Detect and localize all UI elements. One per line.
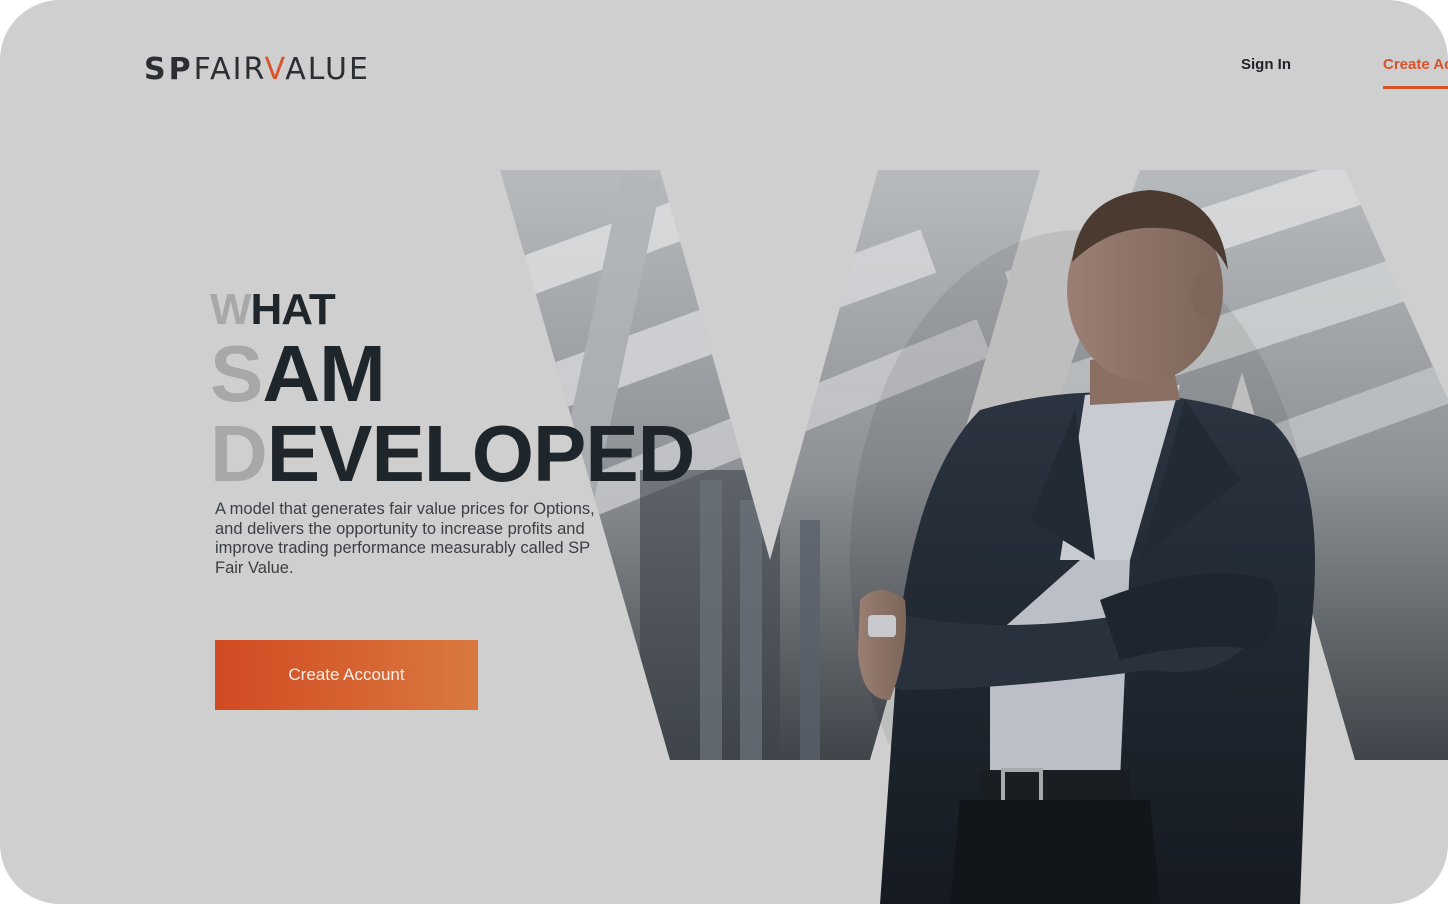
- logo-fair: FAIR: [193, 52, 265, 87]
- hero-description: A model that generates fair value prices…: [215, 500, 595, 577]
- headline-line-1-rest: HAT: [250, 285, 336, 334]
- logo-alue: ALUE: [285, 52, 370, 87]
- sign-in-link[interactable]: Sign In: [1241, 56, 1291, 73]
- page-frame: SPFAIRVALUE Sign In Create Ac WHAT SAM D…: [0, 0, 1448, 904]
- hero-headline: WHAT SAM DEVELOPED: [210, 288, 695, 494]
- logo-sp: SP: [144, 52, 194, 87]
- create-account-button[interactable]: Create Account: [215, 640, 478, 710]
- create-account-underline: [1383, 86, 1448, 89]
- headline-line-2: SAM: [210, 334, 694, 414]
- headline-line-2-rest: AM: [262, 329, 385, 418]
- headline-line-3: DEVELOPED: [210, 414, 695, 494]
- logo-v: V: [264, 52, 286, 87]
- brand-logo[interactable]: SPFAIRVALUE: [144, 52, 370, 87]
- create-account-link[interactable]: Create Ac: [1383, 56, 1448, 73]
- headline-line-2-initial: S: [210, 329, 263, 418]
- headline-line-1-initial: W: [210, 285, 252, 334]
- headline-line-1: WHAT: [210, 288, 694, 332]
- headline-line-3-rest: EVELOPED: [266, 409, 696, 498]
- headline-line-3-initial: D: [210, 409, 268, 498]
